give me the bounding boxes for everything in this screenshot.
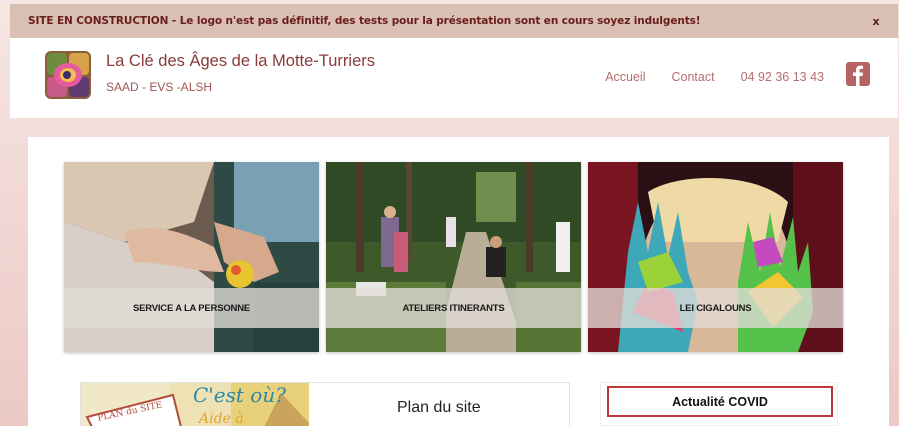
covid-panel: Actualité COVID — [600, 382, 838, 426]
card-lei-cigalouns[interactable]: LEI CIGALOUNS — [588, 162, 843, 352]
site-title[interactable]: La Clé des Âges de la Motte-Turriers — [106, 52, 375, 71]
card-label: LEI CIGALOUNS — [588, 288, 843, 328]
card-ateliers-itinerants[interactable]: ATELIERS ITINERANTS — [326, 162, 581, 352]
nav-phone[interactable]: 04 92 36 13 43 — [741, 70, 824, 84]
nav-accueil[interactable]: Accueil — [605, 70, 645, 84]
site-logo[interactable] — [43, 49, 93, 101]
site-header: La Clé des Âges de la Motte-Turriers SAA… — [10, 38, 898, 118]
facebook-icon[interactable] — [846, 62, 870, 86]
construction-banner: SITE EN CONSTRUCTION - Le logo n'est pas… — [10, 4, 898, 38]
card-service-a-la-personne[interactable]: SERVICE A LA PERSONNE — [64, 162, 319, 352]
close-banner-button[interactable]: x — [868, 15, 884, 28]
main-content: SERVICE A LA PERSONNE ATELIERS ITINERANT… — [28, 137, 889, 426]
card-label: ATELIERS ITINERANTS — [326, 288, 581, 328]
main-nav: Accueil Contact 04 92 36 13 43 — [605, 70, 824, 84]
facebook-glyph — [853, 65, 863, 86]
logo-icon — [45, 51, 91, 99]
card-label: SERVICE A LA PERSONNE — [64, 288, 319, 328]
plan-title: Plan du site — [397, 399, 481, 416]
plan-image-note: Aide à — [199, 411, 244, 426]
nav-contact[interactable]: Contact — [671, 70, 714, 84]
plan-image-title: C'est où? — [193, 383, 286, 407]
banner-text: SITE EN CONSTRUCTION - Le logo n'est pas… — [28, 15, 701, 27]
plan-du-site-box[interactable]: C'est où? PLAN du SITE Aide à Plan du si… — [80, 382, 570, 426]
covid-news-button[interactable]: Actualité COVID — [607, 386, 833, 417]
site-subtitle: SAAD - EVS -ALSH — [106, 80, 213, 94]
